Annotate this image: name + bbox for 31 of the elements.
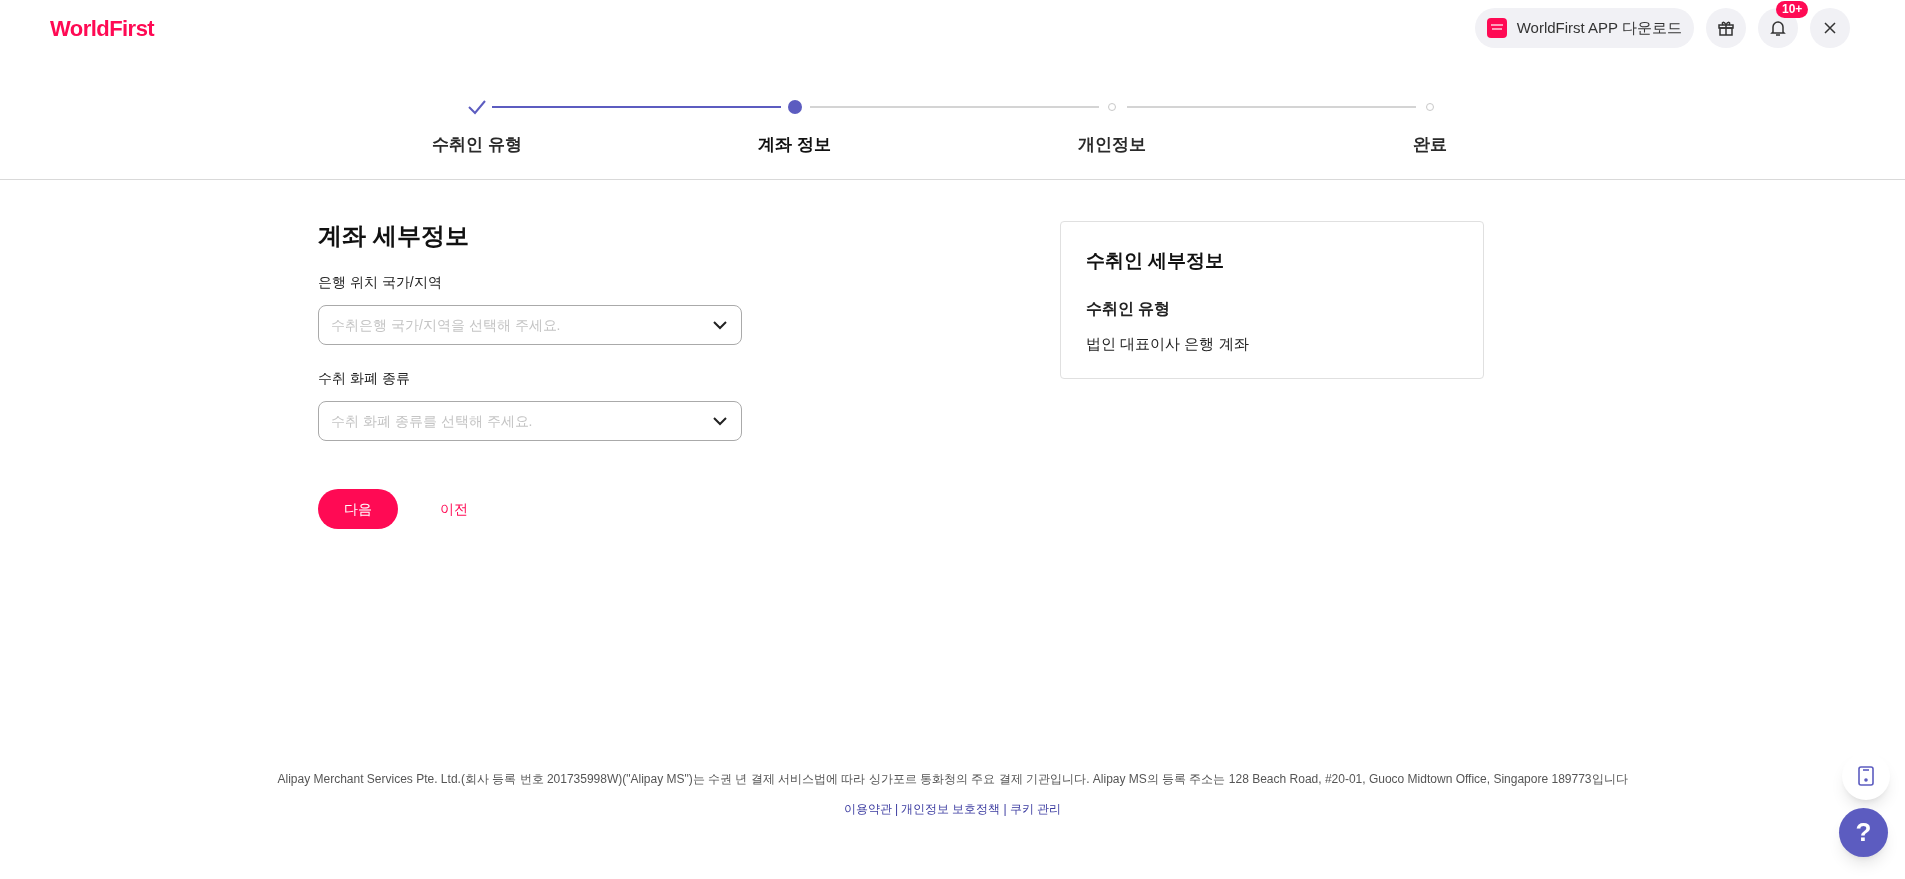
phone-icon	[1858, 766, 1874, 786]
worldfirst-logo[interactable]: WorldFirst	[50, 11, 155, 45]
form-title: 계좌 세부정보	[318, 221, 470, 251]
footer-link[interactable]: 쿠키 관리	[1009, 800, 1061, 818]
back-link[interactable]: 이전	[440, 498, 468, 520]
close-button[interactable]	[1810, 8, 1850, 48]
step-label: 수취인 유형	[432, 134, 522, 156]
notification-badge: 10+	[1776, 1, 1809, 18]
footer-link[interactable]: 개인정보 보호정책	[901, 800, 1001, 818]
chevron-down-icon	[713, 416, 727, 426]
footer-link[interactable]: 이용약관	[844, 800, 893, 818]
detail-label: 수취인 유형	[1086, 298, 1172, 319]
link-separator: |	[895, 801, 899, 818]
field-label: 수취 화폐 종류	[318, 369, 411, 388]
link-separator: |	[1003, 801, 1007, 818]
gift-icon	[1717, 19, 1735, 37]
step-label: 개인정보	[1078, 134, 1147, 156]
next-button[interactable]: 다음	[318, 489, 398, 529]
help-button[interactable]: ?	[1839, 808, 1888, 857]
app-icon	[1486, 18, 1507, 38]
legal-notice: Alipay Merchant Services Pte. Ltd.(회사 등록 번호 201735998W)("Alipay MS")는 수권 년 결제 서비스법에 따라 싱가포르 통화청의 주요 결제 기관입니다. Alipay MS의 등록 주소는 128 Beach Road, #20-01, Guoco Midtown Office, Singapore 189773입니다	[277, 771, 1628, 788]
step-label: 계좌 정보	[758, 134, 831, 156]
field-label: 은행 위치 국가/지역	[318, 273, 443, 292]
app-download-button[interactable]: WorldFirst APP 다운로드	[1474, 8, 1694, 48]
card-title: 수취인 세부정보	[1086, 249, 1226, 273]
bell-icon	[1769, 19, 1787, 37]
gift-button[interactable]	[1706, 8, 1746, 48]
chevron-down-icon	[713, 320, 727, 330]
detail-value: 법인 대표이사 은행 계좌	[1086, 333, 1250, 354]
close-icon	[1824, 22, 1836, 34]
step-label: 완료	[1412, 134, 1447, 156]
